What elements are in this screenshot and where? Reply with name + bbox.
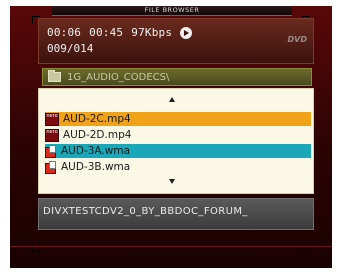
disc-label: DIVXTESTCDV2_0_BY_BBDOC_FORUM_ — [43, 206, 248, 217]
audio-file-icon — [45, 160, 57, 174]
nero-icon: nero — [45, 112, 59, 126]
total-time: 00:45 — [89, 26, 124, 39]
window-title: FILE BROWSER — [52, 6, 292, 16]
nero-icon: nero — [45, 128, 59, 142]
bitrate: 97Kbps — [131, 26, 173, 39]
track-counter: 009/014 — [47, 42, 94, 55]
tv-screen: FILE BROWSER 00:06 00:45 97Kbps 009/014 … — [10, 6, 332, 268]
elapsed-time: 00:06 — [47, 26, 82, 39]
audio-file-icon — [45, 144, 57, 158]
file-item[interactable]: nero AUD-2D.mp4 — [45, 128, 311, 142]
dvd-logo: DVD — [287, 35, 307, 44]
file-item[interactable]: AUD-3B.wma — [45, 160, 311, 174]
file-item[interactable]: AUD-3A.wma — [45, 144, 311, 158]
current-path-bar[interactable]: 1G_AUDIO_CODECS\ — [42, 68, 312, 86]
scroll-down-arrow-icon[interactable] — [169, 179, 175, 184]
info-bar: DIVXTESTCDV2_0_BY_BBDOC_FORUM_ — [38, 198, 314, 230]
scroll-up-arrow-icon[interactable] — [169, 97, 175, 102]
file-list: FERGUSON nero AUD-2C.mp4 nero AUD-2D.mp4… — [38, 88, 314, 194]
file-name: AUD-3B.wma — [61, 161, 131, 173]
file-name: AUD-2D.mp4 — [63, 129, 132, 141]
file-name: AUD-3A.wma — [61, 145, 131, 157]
folder-icon — [48, 70, 61, 82]
divider — [10, 246, 332, 247]
file-name: AUD-2C.mp4 — [63, 113, 131, 125]
current-path: 1G_AUDIO_CODECS\ — [67, 71, 170, 83]
playback-times: 00:06 00:45 97Kbps — [47, 26, 193, 39]
playback-status-panel: 00:06 00:45 97Kbps 009/014 DVD — [38, 18, 314, 64]
play-icon[interactable] — [180, 26, 193, 39]
file-item[interactable]: nero AUD-2C.mp4 — [45, 112, 311, 126]
